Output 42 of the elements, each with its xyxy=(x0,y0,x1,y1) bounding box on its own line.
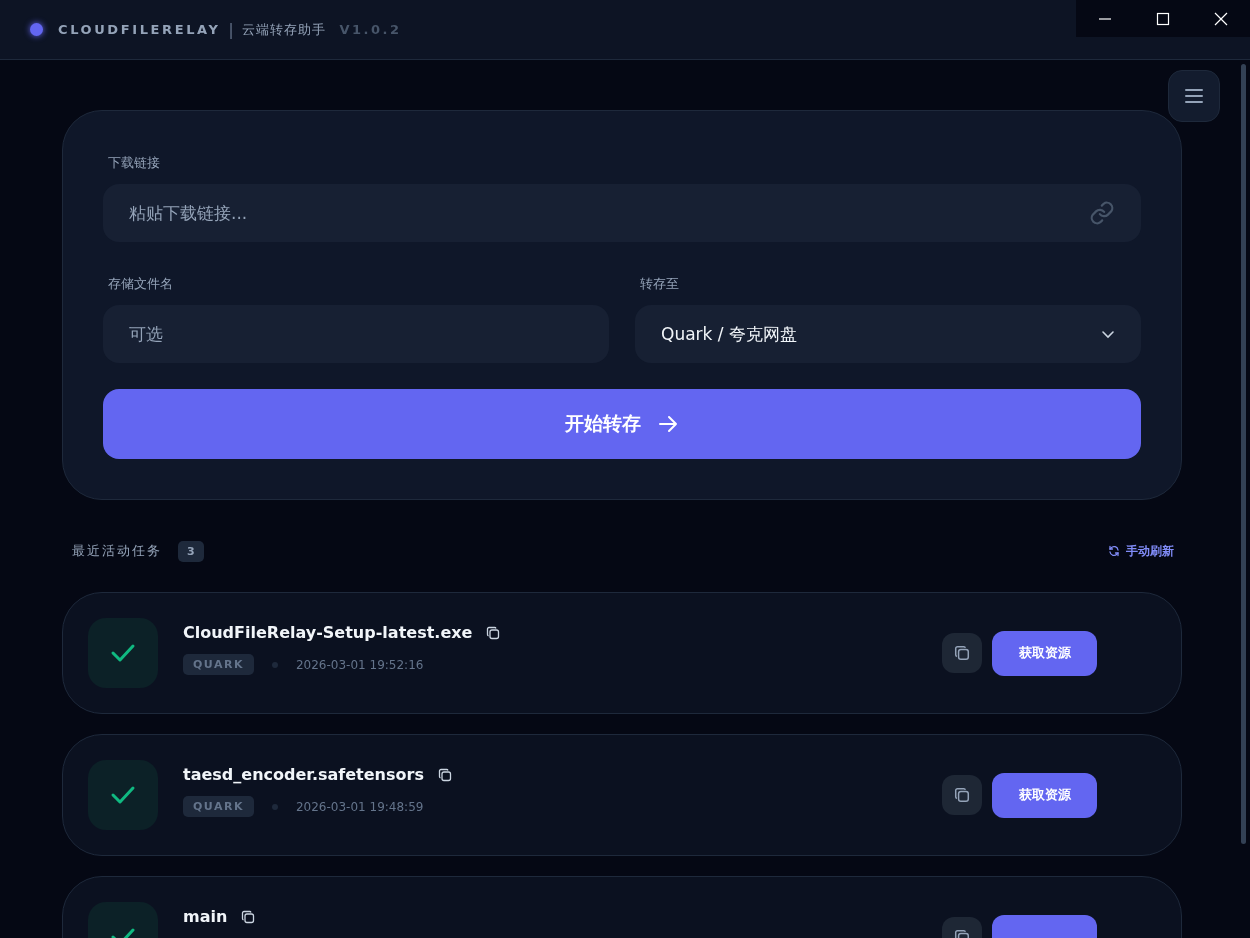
close-icon xyxy=(1214,11,1228,26)
field-label: 下载链接 xyxy=(108,154,161,172)
copy-icon[interactable] xyxy=(486,625,501,640)
title-separator: | xyxy=(228,20,234,39)
copy-icon xyxy=(954,645,970,661)
copy-icon xyxy=(954,787,970,803)
start-transfer-button[interactable]: 开始转存 xyxy=(103,389,1141,459)
scrollbar[interactable] xyxy=(1241,64,1246,844)
menu-icon xyxy=(1184,88,1204,104)
refresh-button[interactable]: 手动刷新 xyxy=(1108,542,1174,560)
field-label: 存储文件名 xyxy=(108,275,174,293)
separator-dot xyxy=(271,803,278,810)
link-input-field[interactable]: 粘贴下载链接... xyxy=(103,184,1141,242)
separator-dot xyxy=(271,661,278,668)
provider-tag: QUARK xyxy=(183,796,254,817)
copy-button[interactable] xyxy=(942,633,982,673)
copy-icon[interactable] xyxy=(241,909,256,924)
refresh-icon xyxy=(1108,545,1120,557)
status-dot xyxy=(30,23,43,36)
section-title: 最近活动任务 xyxy=(72,542,162,560)
file-name: CloudFileRelay-Setup-latest.exe xyxy=(183,623,473,642)
filename-input-field[interactable]: 可选 xyxy=(103,305,609,363)
field-label: 转存至 xyxy=(640,275,680,293)
count-badge: 3 xyxy=(178,540,204,562)
app-version: V1.0.2 xyxy=(339,22,402,37)
app-name: CLOUDFILERELAY xyxy=(58,22,221,37)
link-icon xyxy=(1089,200,1115,226)
menu-button[interactable] xyxy=(1168,70,1220,122)
get-resource-button[interactable]: 获取资源 xyxy=(992,630,1097,676)
maximize-icon xyxy=(1156,11,1170,26)
copy-button[interactable] xyxy=(942,775,982,815)
app-subtitle: 云端转存助手 xyxy=(241,20,326,39)
get-resource-button[interactable]: 获取资源 xyxy=(992,772,1097,818)
arrow-right-icon xyxy=(657,413,679,435)
file-name: taesd_encoder.safetensors xyxy=(183,765,424,784)
copy-icon[interactable] xyxy=(437,767,452,782)
file-name: main xyxy=(183,907,228,926)
minimize-icon xyxy=(1098,17,1112,20)
timestamp: 2026-03-01 19:48:59 xyxy=(295,799,424,814)
target-dropdown[interactable]: Quark / 夸克网盘 xyxy=(635,305,1141,363)
provider-tag: QUARK xyxy=(183,654,254,675)
timestamp: 2026-03-01 19:52:16 xyxy=(295,657,424,672)
